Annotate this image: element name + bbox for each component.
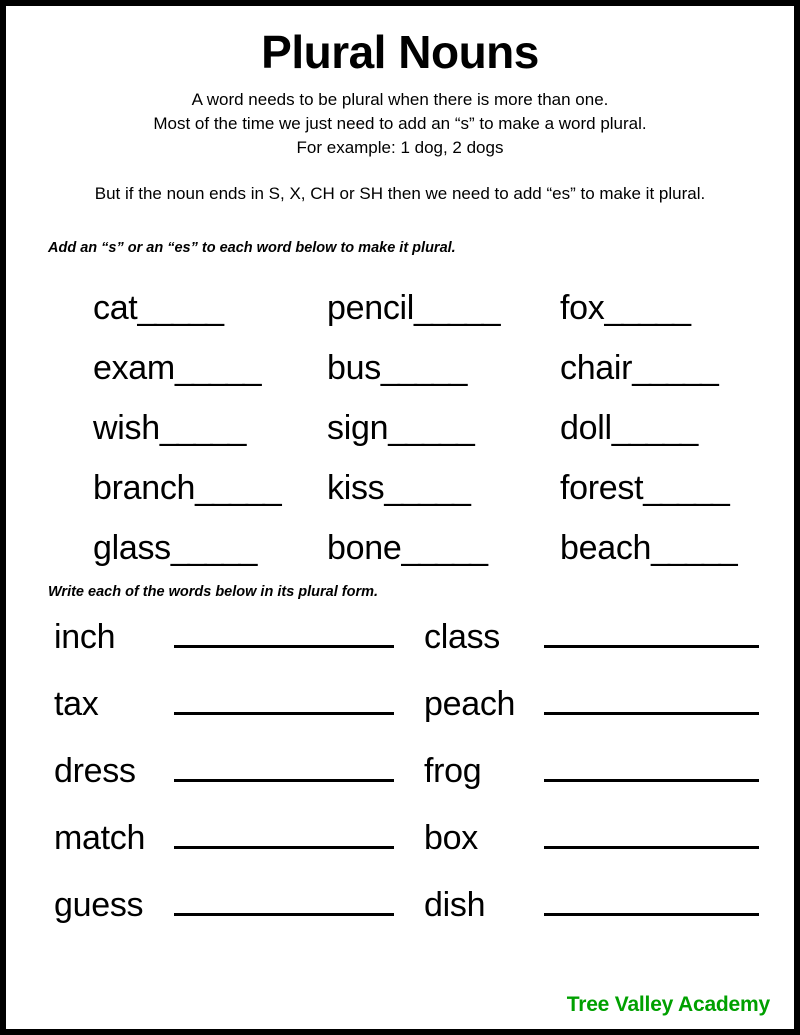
answer-blank[interactable]: _____ [651, 529, 738, 567]
answer-blank[interactable]: _____ [381, 349, 468, 387]
word-label: beach [560, 529, 652, 568]
exercise-1-item[interactable]: sign_____ [327, 398, 499, 458]
exercise-1-item[interactable]: bus_____ [327, 338, 499, 398]
word-label: dress [54, 752, 136, 791]
exercise-2-item[interactable]: peach [424, 685, 759, 752]
exercise-2-item[interactable]: match [54, 819, 394, 886]
exercise-1-item[interactable]: glass_____ [93, 518, 280, 578]
exercise-1-item[interactable]: beach_____ [560, 518, 738, 578]
intro-line-1: A word needs to be plural when there is … [191, 90, 609, 110]
word-label: guess [54, 886, 144, 925]
intro-line-3: For example: 1 dog, 2 dogs [296, 138, 504, 158]
exercise-1-item[interactable]: fox_____ [560, 278, 736, 338]
exercise-1-grid: cat_____ exam_____ wish_____ branch_____… [6, 278, 794, 578]
word-label: peach [424, 685, 516, 724]
exercise-2-item[interactable]: class [424, 618, 759, 685]
exercise-2-item[interactable]: dish [424, 886, 759, 953]
answer-blank[interactable]: _____ [388, 409, 475, 447]
exercise-1-item[interactable]: bone_____ [327, 518, 499, 578]
exercise-1-column-3: fox_____ chair_____ doll_____ forest____… [560, 278, 738, 578]
word-label: wish [93, 409, 160, 448]
exercise-1-column-1: cat_____ exam_____ wish_____ branch_____… [93, 278, 282, 578]
word-label: dish [424, 886, 486, 925]
answer-line[interactable] [544, 887, 759, 917]
answer-blank[interactable]: _____ [171, 529, 258, 567]
answer-blank[interactable]: _____ [612, 409, 699, 447]
exercise-1-item[interactable]: doll_____ [560, 398, 736, 458]
exercise-1-item[interactable]: pencil_____ [327, 278, 501, 338]
word-label: pencil [327, 289, 415, 328]
word-label: doll [560, 409, 612, 448]
exercise-2-item[interactable]: guess [54, 886, 394, 953]
answer-blank[interactable]: _____ [175, 349, 262, 387]
word-label: frog [424, 752, 482, 791]
answer-blank[interactable]: _____ [160, 409, 247, 447]
rule-note: But if the noun ends in S, X, CH or SH t… [94, 184, 706, 204]
exercise-2-item[interactable]: box [424, 819, 759, 886]
answer-blank[interactable]: _____ [137, 289, 224, 327]
word-label: class [424, 618, 500, 657]
answer-blank[interactable]: _____ [414, 289, 501, 327]
exercise-1-column-2: pencil_____ bus_____ sign_____ kiss_____… [327, 278, 501, 578]
answer-line[interactable] [544, 619, 759, 649]
exercise-2-column-2: class peach frog box dish [424, 618, 759, 953]
exercise-2-item[interactable]: frog [424, 752, 759, 819]
exercise-1-item[interactable]: kiss_____ [327, 458, 499, 518]
exercise-2-grid: inch tax dress match guess class peach f… [6, 618, 794, 948]
answer-blank[interactable]: _____ [632, 349, 719, 387]
word-label: glass [93, 529, 171, 568]
intro-line-2: Most of the time we just need to add an … [153, 114, 647, 134]
word-label: tax [54, 685, 99, 724]
exercise-2-item[interactable]: dress [54, 752, 394, 819]
intro-paragraph: A word needs to be plural when there is … [6, 88, 794, 160]
word-label: inch [54, 618, 116, 657]
exercise-1-item[interactable]: branch_____ [93, 458, 282, 518]
exercise-1-item[interactable]: cat_____ [93, 278, 280, 338]
answer-blank[interactable]: _____ [401, 529, 488, 567]
page-title: Plural Nouns [261, 26, 539, 78]
answer-line[interactable] [544, 820, 759, 850]
answer-line[interactable] [544, 686, 759, 716]
answer-line[interactable] [174, 753, 394, 783]
answer-blank[interactable]: _____ [384, 469, 471, 507]
word-label: match [54, 819, 146, 858]
word-label: kiss [327, 469, 385, 508]
word-label: branch [93, 469, 196, 508]
exercise-2-instruction: Write each of the words below in its plu… [48, 584, 379, 601]
word-label: fox [560, 289, 605, 328]
answer-blank[interactable]: _____ [604, 289, 691, 327]
answer-blank[interactable]: _____ [195, 469, 282, 507]
exercise-1-item[interactable]: exam_____ [93, 338, 280, 398]
word-label: bus [327, 349, 381, 388]
exercise-2-column-1: inch tax dress match guess [54, 618, 394, 953]
worksheet-page: Plural Nouns A word needs to be plural w… [0, 0, 800, 1035]
answer-blank[interactable]: _____ [643, 469, 730, 507]
exercise-1-item[interactable]: chair_____ [560, 338, 736, 398]
word-label: cat [93, 289, 138, 328]
answer-line[interactable] [174, 820, 394, 850]
word-label: bone [327, 529, 402, 568]
word-label: chair [560, 349, 633, 388]
exercise-1-item[interactable]: forest_____ [560, 458, 736, 518]
answer-line[interactable] [544, 753, 759, 783]
word-label: box [424, 819, 478, 858]
exercise-2-item[interactable]: tax [54, 685, 394, 752]
exercise-1-instruction: Add an “s” or an “es” to each word below… [48, 240, 456, 257]
exercise-1-item[interactable]: wish_____ [93, 398, 280, 458]
word-label: exam [93, 349, 175, 388]
answer-line[interactable] [174, 686, 394, 716]
exercise-2-item[interactable]: inch [54, 618, 394, 685]
brand-footer: Tree Valley Academy [566, 993, 770, 1016]
word-label: forest [560, 469, 644, 508]
answer-line[interactable] [174, 619, 394, 649]
answer-line[interactable] [174, 887, 394, 917]
word-label: sign [327, 409, 389, 448]
